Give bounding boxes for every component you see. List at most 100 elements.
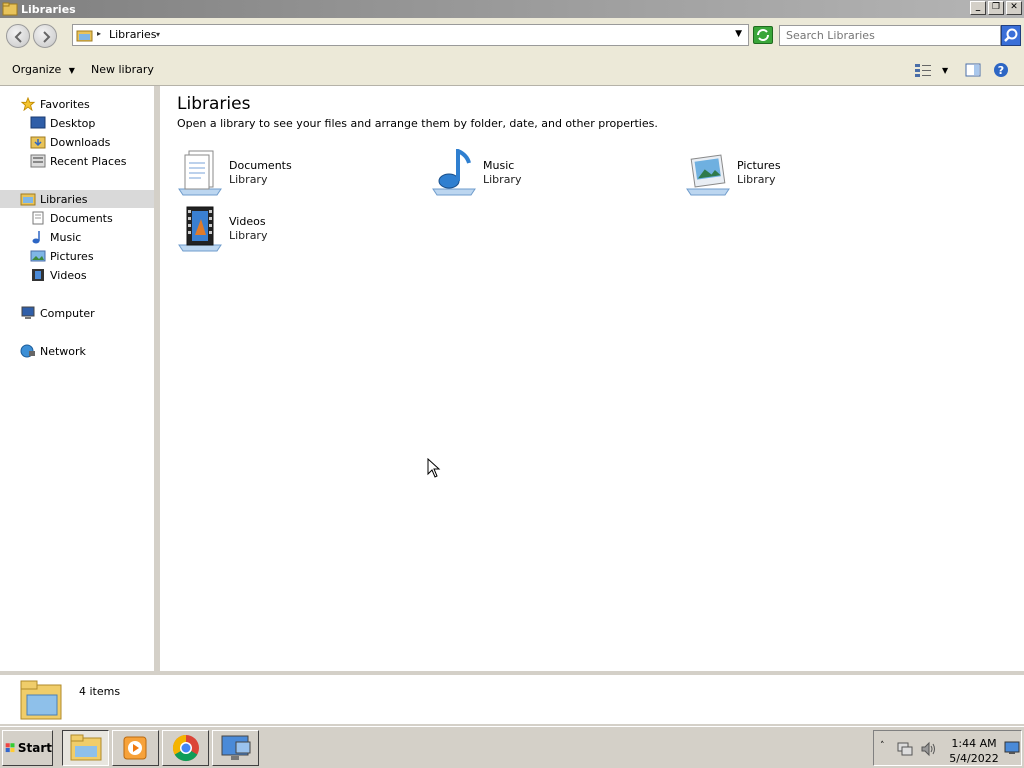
media-player-icon xyxy=(123,736,146,760)
organize-button[interactable]: Organize ▼ xyxy=(12,63,75,76)
network-tray-icon[interactable] xyxy=(896,741,914,757)
page-title: Libraries xyxy=(177,94,251,114)
library-documents-name: Documents xyxy=(229,159,292,172)
show-hidden-icons-icon[interactable]: ˄ xyxy=(880,741,885,751)
refresh-button[interactable] xyxy=(753,26,773,44)
taskbar-chrome[interactable] xyxy=(162,730,209,766)
nav-desktop[interactable]: Desktop xyxy=(30,114,95,132)
start-button[interactable]: Start xyxy=(2,730,53,766)
search-input[interactable] xyxy=(780,26,980,45)
search-button[interactable] xyxy=(1001,25,1021,46)
clock[interactable]: 1:44 AM 5/4/2022 xyxy=(949,736,999,766)
desktop-icon xyxy=(30,116,46,129)
library-videos-name: Videos xyxy=(229,215,266,228)
libraries-folder-icon xyxy=(20,193,36,206)
help-icon[interactable]: ? xyxy=(993,62,1009,78)
taskbar-media-player[interactable] xyxy=(112,730,159,766)
change-view-icon[interactable] xyxy=(914,62,932,78)
content-pane: Libraries Open a library to see your fil… xyxy=(160,86,1024,671)
libraries-folder-icon xyxy=(2,2,18,16)
nav-documents[interactable]: Documents xyxy=(30,209,113,227)
pictures-icon xyxy=(30,250,46,262)
nav-libraries[interactable]: Libraries xyxy=(0,190,154,208)
nav-favorites[interactable]: Favorites xyxy=(20,95,90,113)
item-count: 4 items xyxy=(79,685,121,698)
nav-recent-places[interactable]: Recent Places xyxy=(30,152,127,170)
address-bar[interactable]: ▸ Libraries ▾ ▼ xyxy=(72,24,749,46)
nav-desktop-label: Desktop xyxy=(50,116,96,130)
library-music-name: Music xyxy=(483,159,515,172)
svg-text:?: ? xyxy=(998,64,1004,77)
computer-icon xyxy=(21,306,35,319)
breadcrumb-libraries[interactable]: Libraries xyxy=(109,28,157,41)
taskbar-explorer[interactable] xyxy=(62,730,109,766)
start-label: Start xyxy=(17,741,52,755)
page-subtitle: Open a library to see your files and arr… xyxy=(177,117,658,130)
music-note-icon xyxy=(32,231,40,244)
network-globe-icon xyxy=(20,344,35,358)
library-videos-kind: Library xyxy=(229,229,268,242)
windows-logo-icon xyxy=(5,743,15,753)
breadcrumb-dropdown-icon[interactable]: ▾ xyxy=(156,30,160,39)
documents-library-icon xyxy=(178,150,222,196)
music-library-icon xyxy=(432,149,476,196)
volume-icon[interactable] xyxy=(920,741,938,757)
address-history-dropdown-icon[interactable]: ▼ xyxy=(735,29,742,39)
nav-downloads-label: Downloads xyxy=(50,135,111,149)
library-pictures-name: Pictures xyxy=(737,159,781,172)
command-bar: Organize ▼ New library ▼ ? xyxy=(0,54,1024,86)
address-row: ▸ Libraries ▾ ▼ xyxy=(0,18,1024,54)
nav-network[interactable]: Network xyxy=(20,342,86,360)
organize-dropdown-icon: ▼ xyxy=(68,66,75,75)
back-arrow-icon xyxy=(14,31,22,43)
clock-date: 5/4/2022 xyxy=(949,752,999,765)
explorer-folder-icon xyxy=(70,734,101,761)
search-icon xyxy=(1004,28,1018,42)
film-strip-icon xyxy=(32,269,44,281)
restore-button[interactable]: ❐ xyxy=(988,1,1004,15)
nav-computer[interactable]: Computer xyxy=(20,304,95,322)
title-bar: Libraries _ ❐ ✕ xyxy=(0,0,1024,18)
library-pictures[interactable]: Pictures Library xyxy=(685,149,925,199)
back-button[interactable] xyxy=(6,24,30,48)
view-options-dropdown-icon[interactable]: ▼ xyxy=(942,66,948,75)
nav-pictures-label: Pictures xyxy=(50,249,94,263)
taskbar-remote-desktop[interactable] xyxy=(212,730,259,766)
library-documents-kind: Library xyxy=(229,173,268,186)
search-box[interactable] xyxy=(779,25,1001,46)
libraries-folder-icon xyxy=(76,30,93,42)
close-button[interactable]: ✕ xyxy=(1006,1,1022,15)
chrome-icon xyxy=(172,734,199,762)
pictures-library-icon xyxy=(686,154,730,196)
star-icon xyxy=(20,97,36,111)
breadcrumb-separator-icon[interactable]: ▸ xyxy=(97,29,101,38)
library-videos[interactable]: Videos Library xyxy=(177,205,417,255)
downloads-folder-icon xyxy=(30,136,46,149)
minimize-button[interactable]: _ xyxy=(970,1,986,15)
documents-icon xyxy=(32,211,44,225)
forward-button[interactable] xyxy=(33,24,57,48)
nav-videos[interactable]: Videos xyxy=(30,266,87,284)
recent-places-icon xyxy=(30,154,46,168)
preview-pane-icon[interactable] xyxy=(965,62,981,78)
library-music-kind: Library xyxy=(483,173,522,186)
show-desktop-icon[interactable] xyxy=(1004,741,1020,755)
videos-library-icon xyxy=(178,206,222,252)
nav-music[interactable]: Music xyxy=(30,228,81,246)
nav-recent-places-label: Recent Places xyxy=(50,154,127,168)
library-pictures-kind: Library xyxy=(737,173,776,186)
clock-time: 1:44 AM xyxy=(951,737,997,750)
organize-label: Organize xyxy=(12,63,62,76)
remote-desktop-icon xyxy=(221,735,250,760)
nav-network-label: Network xyxy=(40,344,86,358)
nav-downloads[interactable]: Downloads xyxy=(30,133,110,151)
nav-libraries-label: Libraries xyxy=(40,192,88,206)
forward-arrow-icon xyxy=(43,31,51,43)
library-music[interactable]: Music Library xyxy=(431,149,671,199)
nav-favorites-label: Favorites xyxy=(40,97,90,111)
new-library-button[interactable]: New library xyxy=(91,63,154,76)
nav-pictures[interactable]: Pictures xyxy=(30,247,94,265)
nav-documents-label: Documents xyxy=(50,211,113,225)
library-documents[interactable]: Documents Library xyxy=(177,149,417,199)
details-pane: 4 items xyxy=(0,671,1024,724)
